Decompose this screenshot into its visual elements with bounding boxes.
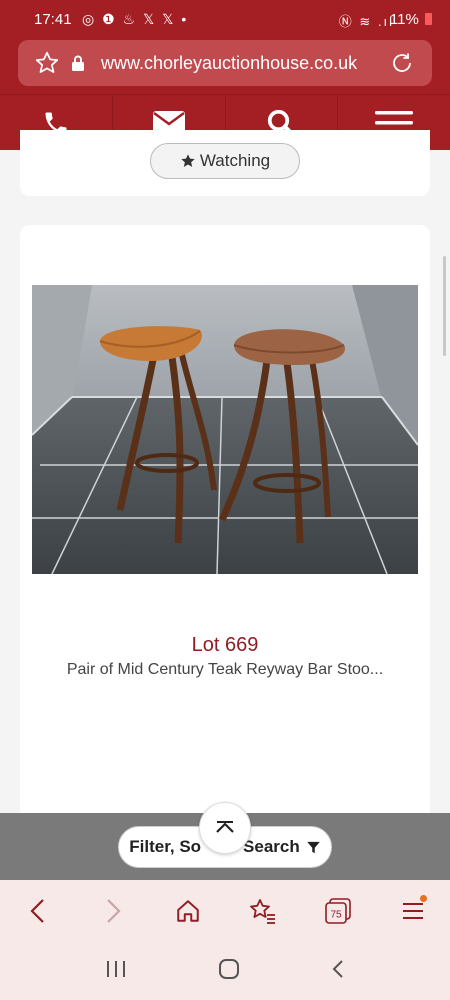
filter-label-right: Search [243, 837, 300, 856]
lot-title[interactable]: Pair of Mid Century Teak Reyway Bar Stoo… [20, 661, 430, 679]
browser-menu-button[interactable] [393, 891, 433, 931]
bookmarks-button[interactable] [243, 891, 283, 931]
address-bar[interactable]: www.chorleyauctionhouse.co.uk [18, 40, 432, 86]
status-bar: 17:41 ◎ ❶ ♨ 𝕏 𝕏 • Ⓝ ≋ .ıl 11% [0, 0, 450, 40]
tabs-icon: 75 [324, 898, 351, 924]
home-button[interactable] [168, 891, 208, 931]
star-icon [181, 154, 195, 167]
chevron-up-icon [216, 821, 234, 833]
forward-button[interactable] [93, 891, 133, 931]
battery-percent: 11% [389, 11, 419, 28]
bookmark-star-icon[interactable] [34, 50, 60, 76]
page-scrollbar[interactable] [443, 256, 446, 356]
previous-lot-card: Watching [20, 130, 430, 196]
tab-count: 75 [330, 910, 342, 921]
filter-funnel-icon [307, 841, 320, 853]
recent-apps-button[interactable] [105, 959, 127, 984]
home-icon [176, 900, 199, 922]
system-icons: Ⓝ ≋ .ıl [338, 14, 394, 29]
back-nav-button[interactable] [331, 959, 345, 984]
browser-toolbar: 75 [0, 880, 450, 942]
lot-image[interactable] [32, 285, 418, 574]
bar-stools-photo [32, 285, 418, 574]
notification-dot [419, 895, 427, 902]
reload-icon[interactable] [390, 51, 414, 75]
system-navigation-bar [0, 942, 450, 1000]
status-time: 17:41 [34, 11, 72, 28]
watching-label: Watching [199, 151, 271, 170]
back-chevron-icon [332, 959, 343, 978]
battery-indicator: 11% [390, 11, 432, 28]
chevron-left-icon [29, 899, 44, 923]
address-bar-row: www.chorleyauctionhouse.co.uk [0, 40, 450, 94]
filter-label-left: Filter, So [129, 837, 202, 856]
lot-card[interactable]: Lot 669 Pair of Mid Century Teak Reyway … [20, 225, 430, 845]
home-nav-button[interactable] [218, 958, 240, 985]
watching-button[interactable]: Watching [150, 143, 300, 179]
battery-icon [425, 13, 432, 25]
recent-apps-icon [107, 960, 126, 977]
star-list-icon [249, 899, 275, 924]
url-text[interactable]: www.chorleyauctionhouse.co.uk [101, 53, 357, 74]
notification-icons: ◎ ❶ ♨ 𝕏 𝕏 • [82, 11, 189, 27]
lot-number[interactable]: Lot 669 [20, 634, 430, 657]
home-circle-icon [218, 958, 239, 979]
chevron-right-icon [106, 899, 121, 923]
lock-icon [72, 55, 84, 71]
tabs-button[interactable]: 75 [318, 891, 358, 931]
back-button[interactable] [18, 891, 58, 931]
menu-icon [402, 903, 423, 919]
scroll-to-top-button[interactable] [199, 802, 251, 854]
